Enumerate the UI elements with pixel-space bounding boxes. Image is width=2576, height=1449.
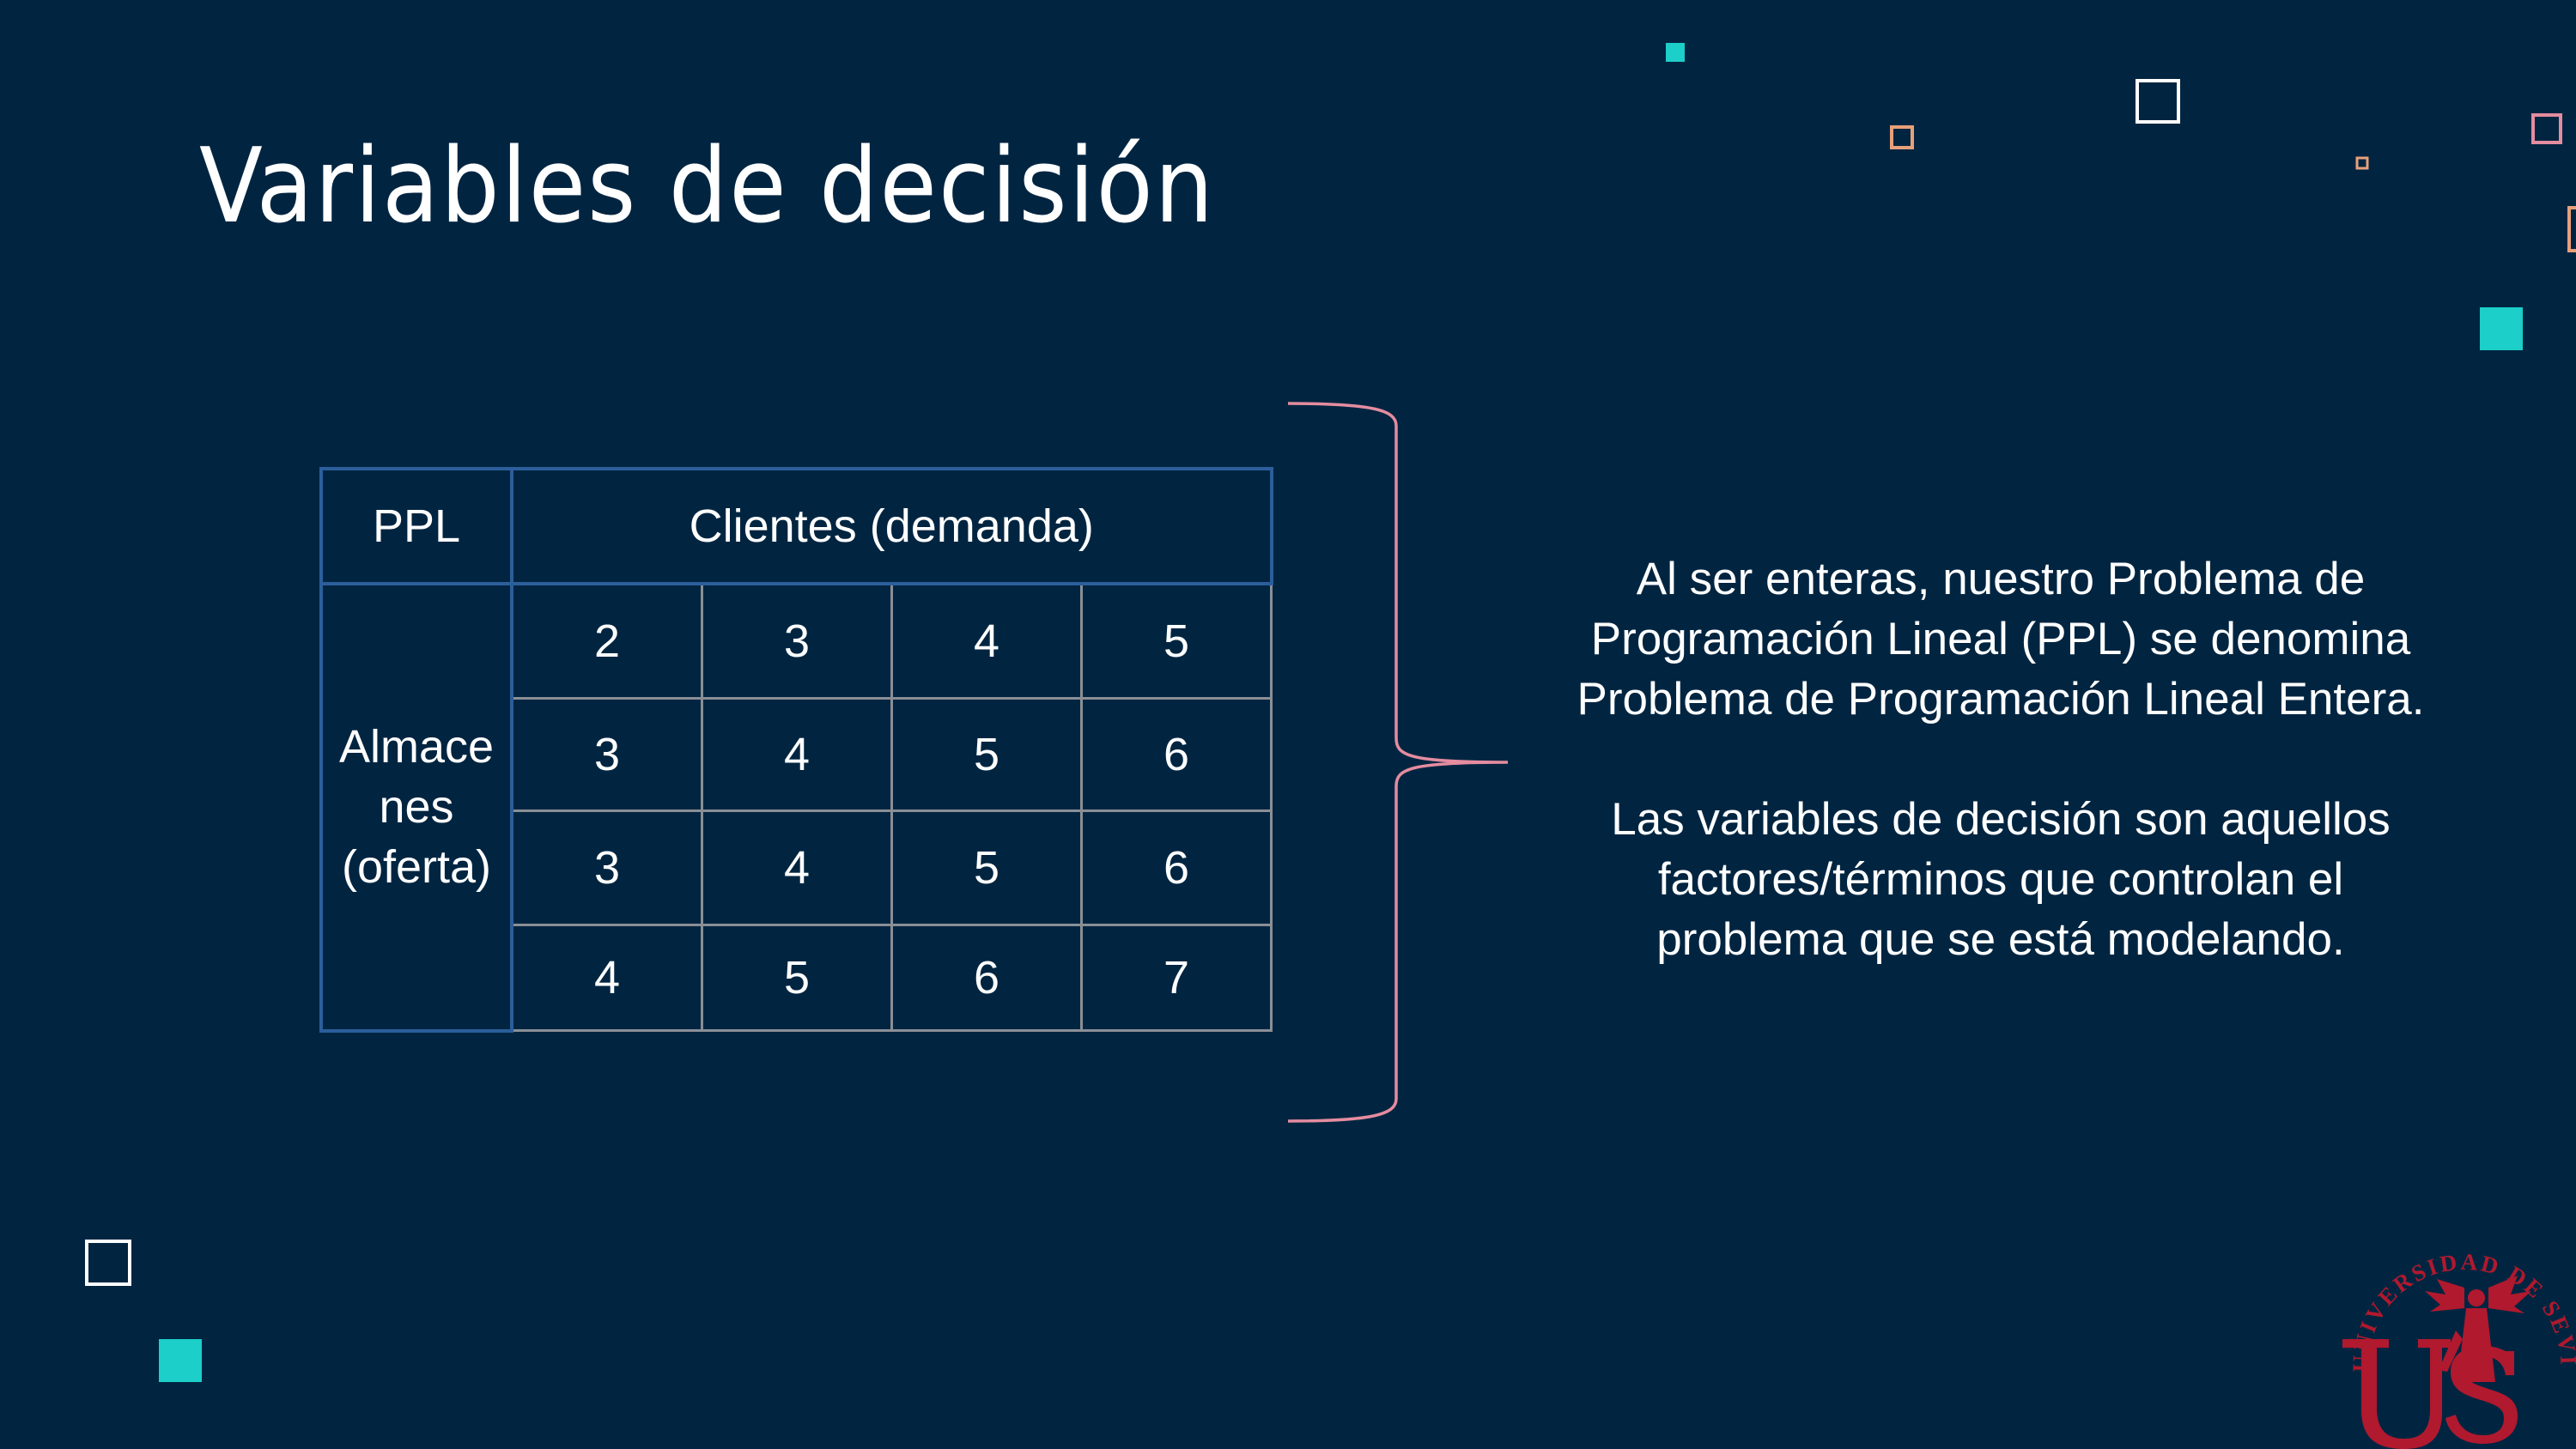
description-line: Al ser enteras, nuestro Problema de (1636, 554, 2366, 604)
description-line: problema que se está modelando. (1656, 914, 2345, 965)
description-paragraph-2: Las variables de decisión son aquellos f… (1511, 790, 2490, 970)
university-seal-logo: UNIVERSIDAD DE SEVILLA (2336, 1219, 2576, 1449)
description-paragraph-1: Al ser enteras, nuestro Problema de Prog… (1511, 549, 2490, 730)
description-text: Al ser enteras, nuestro Problema de Prog… (1511, 549, 2490, 970)
description-line: Problema de Programación Lineal Entera. (1577, 674, 2425, 724)
slide: Variables de decisión PPL Clientes (dema… (0, 0, 2576, 1449)
description-line: factores/términos que controlan el (1657, 854, 2344, 905)
description-line: Programación Lineal (PPL) se denomina (1590, 614, 2411, 664)
description-line: Las variables de decisión son aquellos (1611, 794, 2391, 845)
